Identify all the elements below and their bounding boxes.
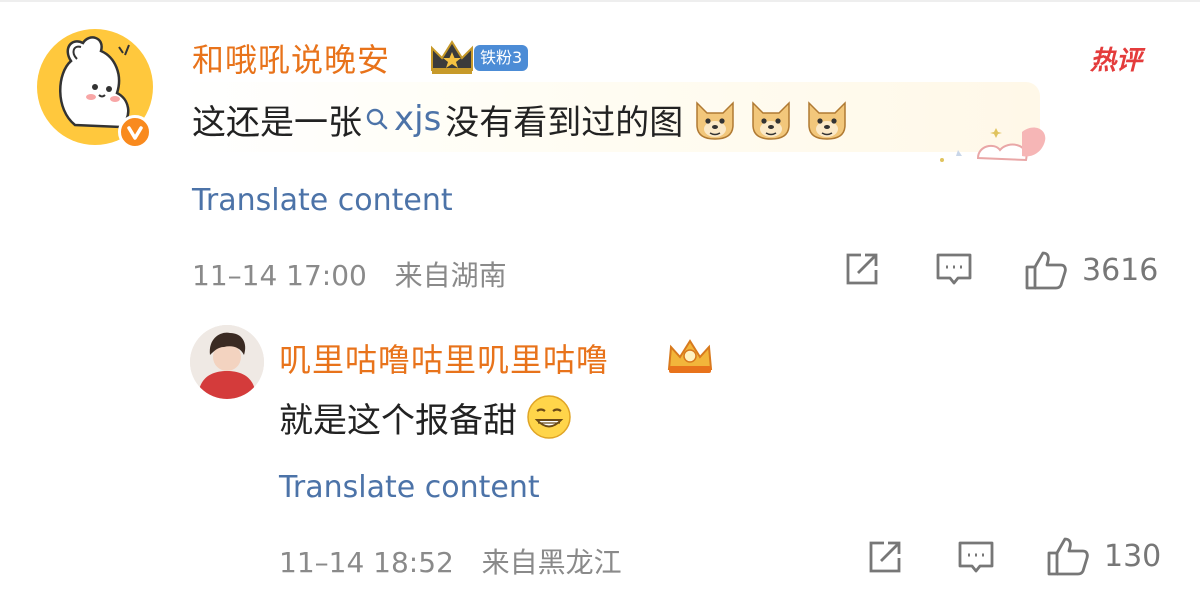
translate-link[interactable]: Translate content (279, 470, 540, 505)
user-photo-icon (190, 325, 264, 399)
like-count: 3616 (1082, 252, 1159, 288)
share-button[interactable] (843, 250, 881, 288)
share-button[interactable] (866, 538, 904, 576)
comment-location: 来自湖南 (394, 259, 507, 292)
bubble-decoration-icon (940, 127, 1046, 162)
comment-time: 11–14 17:00 (192, 259, 367, 292)
reply-text-body: 就是这个报备甜 (279, 400, 517, 441)
like-count: 130 (1104, 538, 1162, 574)
username[interactable]: 叽里咕噜咕里叽里咕噜 (279, 335, 609, 381)
comment-text-before: 这还是一张 (192, 102, 362, 143)
share-icon (846, 253, 878, 285)
translate-link[interactable]: Translate content (192, 183, 453, 218)
comment-meta: 11–14 17:00 来自湖南 (192, 254, 507, 294)
comment-text-after: 没有看到过的图 (445, 102, 684, 143)
crown-icon (667, 339, 713, 373)
thumbs-up-icon (1047, 537, 1089, 576)
hot-comment-label: 热评 (1090, 46, 1143, 76)
like-button[interactable]: 130 (1046, 536, 1161, 576)
grin-icon (527, 395, 571, 439)
search-icon (366, 108, 388, 130)
comment-text: 这还是一张 xjs 没有看到过的图 (192, 94, 851, 144)
share-icon (869, 541, 901, 573)
fan-badge: 铁粉3 (474, 45, 529, 71)
doge-icon (752, 101, 791, 140)
reply-text: 就是这个报备甜 (279, 392, 573, 442)
reply-meta: 11–14 18:52 来自黑龙江 (279, 541, 622, 581)
top-divider (0, 0, 1200, 2)
thumbs-up-icon (1025, 251, 1067, 290)
username[interactable]: 和哦吼说晚安 (192, 35, 390, 81)
reply-location: 来自黑龙江 (481, 546, 622, 579)
search-link[interactable]: xjs (366, 99, 441, 139)
verified-badge-icon (118, 115, 152, 149)
doge-icon (696, 101, 735, 140)
reply-button[interactable] (956, 538, 996, 576)
like-button[interactable]: 3616 (1024, 250, 1158, 290)
search-link-text: xjs (394, 99, 442, 139)
avatar[interactable] (190, 325, 264, 399)
doge-icon (808, 101, 847, 140)
reply-button[interactable] (934, 250, 974, 288)
comment-icon (936, 253, 972, 285)
comment-icon (958, 541, 994, 573)
reply-time: 11–14 18:52 (279, 546, 454, 579)
crown-icon (431, 40, 473, 74)
